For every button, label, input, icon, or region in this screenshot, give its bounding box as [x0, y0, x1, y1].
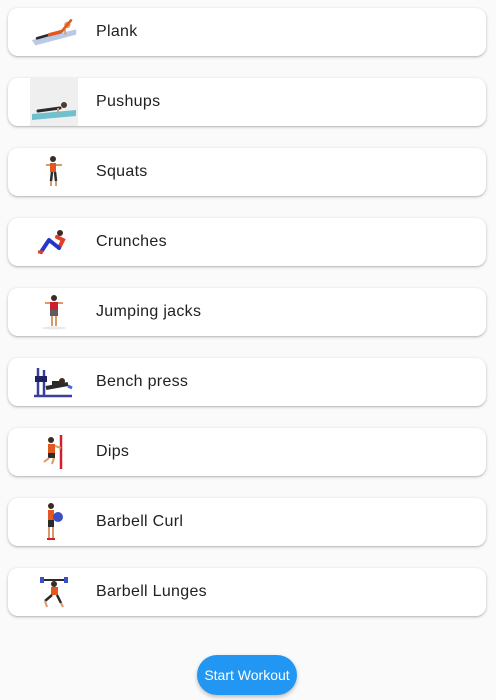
dips-icon	[30, 428, 78, 476]
barbell-curl-icon	[30, 498, 78, 546]
exercise-label: Squats	[96, 163, 148, 180]
exercise-card-jumping-jacks[interactable]: Jumping jacks	[8, 288, 486, 336]
exercise-card-barbell-curl[interactable]: Barbell Curl	[8, 498, 486, 546]
exercise-label: Barbell Curl	[96, 513, 184, 530]
exercise-label: Plank	[96, 23, 138, 40]
exercise-card-crunches[interactable]: Crunches	[8, 218, 486, 266]
exercise-card-bench-press[interactable]: Bench press	[8, 358, 486, 406]
exercise-label: Barbell Lunges	[96, 583, 207, 600]
barbell-lunges-icon	[30, 568, 78, 616]
exercise-card-plank[interactable]: Plank	[8, 8, 486, 56]
jumping-jacks-icon	[30, 288, 78, 336]
exercise-label: Dips	[96, 443, 130, 460]
exercise-card-barbell-lunges[interactable]: Barbell Lunges	[8, 568, 486, 616]
exercise-card-dips[interactable]: Dips	[8, 428, 486, 476]
bench-press-icon	[30, 358, 78, 406]
squats-icon	[30, 148, 78, 196]
pushups-icon	[30, 78, 78, 126]
start-workout-button[interactable]: Start Workout	[197, 655, 297, 695]
exercise-label: Bench press	[96, 373, 189, 390]
plank-icon	[30, 8, 78, 56]
exercise-card-squats[interactable]: Squats	[8, 148, 486, 196]
exercise-list: Plank Pushups Squats Crunches Jumping ja…	[0, 0, 496, 700]
exercise-label: Jumping jacks	[96, 303, 202, 320]
exercise-label: Crunches	[96, 233, 167, 250]
crunches-icon	[30, 218, 78, 266]
exercise-label: Pushups	[96, 93, 161, 110]
exercise-card-pushups[interactable]: Pushups	[8, 78, 486, 126]
